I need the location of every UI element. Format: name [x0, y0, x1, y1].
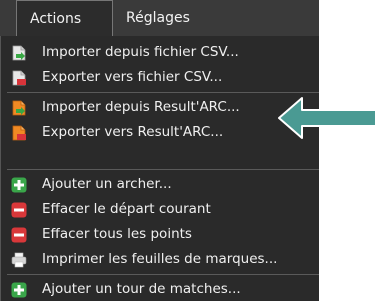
plus-icon: [11, 177, 27, 193]
menu-item-label: Effacer tous les points: [42, 226, 192, 242]
minus-icon: [11, 202, 27, 218]
menu-separator: [7, 169, 319, 170]
import-resultarc-icon: [12, 100, 26, 116]
menu-separator: [7, 274, 319, 275]
menu-item-clear-all-points[interactable]: Effacer tous les points: [1, 222, 319, 247]
import-csv-icon: [12, 45, 26, 61]
menu-item-export-resultarc[interactable]: Exporter vers Result'ARC...: [1, 120, 319, 145]
printer-icon: [11, 252, 27, 268]
export-resultarc-icon: [12, 125, 26, 141]
callout-arrow-icon: [278, 97, 377, 139]
menu-item-add-match-round[interactable]: Ajouter un tour de matches...: [1, 277, 319, 302]
menu-item-export-csv[interactable]: Exporter vers fichier CSV...: [1, 65, 319, 90]
actions-dropdown: Importer depuis fichier CSV... Exporter …: [0, 36, 319, 301]
menu-item-label: Importer depuis fichier CSV...: [42, 44, 239, 60]
menu-item-print-score-sheets[interactable]: Imprimer les feuilles de marques...: [1, 247, 319, 272]
menu-item-label: Importer depuis Result'ARC...: [42, 99, 240, 115]
menu-item-clear-current-start[interactable]: Effacer le départ courant: [1, 197, 319, 222]
menu-settings[interactable]: Réglages: [113, 0, 233, 36]
minus-icon: [11, 227, 27, 243]
menu-item-add-archer[interactable]: Ajouter un archer...: [1, 172, 319, 197]
menu-item-label: Exporter vers fichier CSV...: [42, 69, 223, 85]
menu-separator: [7, 92, 319, 93]
menu-item-label: Effacer le départ courant: [42, 201, 211, 217]
menu-item-import-csv[interactable]: Importer depuis fichier CSV...: [1, 40, 319, 65]
export-csv-icon: [12, 70, 26, 86]
menu-item-label: Ajouter un tour de matches...: [42, 281, 241, 297]
menu-item-label: Ajouter un archer...: [42, 176, 172, 192]
menu-item-label: Exporter vers Result'ARC...: [42, 124, 224, 140]
menu-item-import-resultarc[interactable]: Importer depuis Result'ARC...: [1, 95, 319, 120]
menu-bar: Actions Réglages: [0, 0, 319, 37]
menu-actions[interactable]: Actions: [16, 0, 113, 36]
plus-icon: [11, 282, 27, 298]
menu-item-label: Imprimer les feuilles de marques...: [42, 251, 278, 267]
